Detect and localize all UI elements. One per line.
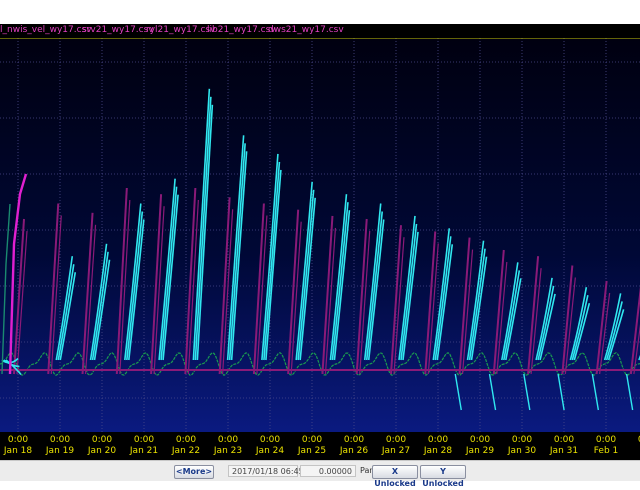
x-tick-time: 0:00 xyxy=(175,435,197,445)
x-tick-date: Jan 18 xyxy=(3,446,33,456)
window-top-bar xyxy=(0,0,640,24)
plot-background xyxy=(0,38,640,432)
x-tick-date: Jan 26 xyxy=(339,446,369,456)
x-tick-date: Jan 19 xyxy=(45,446,75,456)
x-tick-time: 0:00 xyxy=(595,435,617,445)
x-tick-date: Jan 30 xyxy=(507,446,537,456)
legend: l_nwis_vel_wy17.csv srv21_wy17.csv ryl21_w… xyxy=(0,24,640,38)
x-tick-date: Jan 21 xyxy=(129,446,159,456)
legend-entry: lib21_wy17.csv xyxy=(207,25,276,35)
legend-entry: srv21_wy17.csv xyxy=(82,25,154,35)
x-tick-time: 0:00 xyxy=(553,435,575,445)
x-tick-date: Jan 23 xyxy=(213,446,243,456)
x-tick-date: Feb 1 xyxy=(593,446,619,456)
x-tick-time: 0:00 xyxy=(49,435,71,445)
x-tick-date: Jan 24 xyxy=(255,446,285,456)
x-tick-time: 0:00 xyxy=(301,435,323,445)
x-tick-time: 0:00 xyxy=(385,435,407,445)
x-axis: 0:00 Jan 18 0:00 Jan 19 0:00 Jan 20 0:00 Jan 21… xyxy=(0,432,640,460)
cursor-value-readout: 0.00000 xyxy=(300,465,356,477)
x-tick-date: Jan 22 xyxy=(171,446,201,456)
plot-area[interactable]: l_nwis_vel_wy17.csv srv21_wy17.csv ryl21_w… xyxy=(0,24,640,432)
legend-entry: l_nwis_vel_wy17.csv xyxy=(0,25,92,35)
x-tick-time: 0:00 xyxy=(91,435,113,445)
x-tick-time: 0:00 xyxy=(427,435,449,445)
x-tick-date: Jan 31 xyxy=(549,446,579,456)
status-bar: <More> 2017/01/18 06:45 , 0.00000 Pan X … xyxy=(0,460,640,488)
x-tick-time: 0:00 xyxy=(469,435,491,445)
more-button[interactable]: <More> xyxy=(174,465,214,479)
x-tick-time: 0:00 xyxy=(511,435,533,445)
legend-entry: dws21_wy17.csv xyxy=(268,25,344,35)
x-tick-date: Jan 27 xyxy=(381,446,411,456)
chart-canvas[interactable] xyxy=(0,24,640,432)
x-lock-button[interactable]: X Unlocked xyxy=(372,465,418,488)
y-lock-button[interactable]: Y Unlocked xyxy=(420,465,466,488)
x-tick-time: 0:00 xyxy=(343,435,365,445)
x-tick-time: 0:00 xyxy=(217,435,239,445)
x-tick-date: Jan 20 xyxy=(87,446,117,456)
x-tick-time: 0:00 xyxy=(7,435,29,445)
x-tick-time: 0:00 xyxy=(133,435,155,445)
x-tick-date: Jan 29 xyxy=(465,446,495,456)
x-tick-date: Jan 25 xyxy=(297,446,327,456)
x-tick-time: 0:00 xyxy=(259,435,281,445)
legend-entry: ryl21_wy17.csv xyxy=(146,25,216,35)
cursor-time-readout: 2017/01/18 06:45 , xyxy=(228,465,309,477)
x-tick-date: Jan 28 xyxy=(423,446,453,456)
